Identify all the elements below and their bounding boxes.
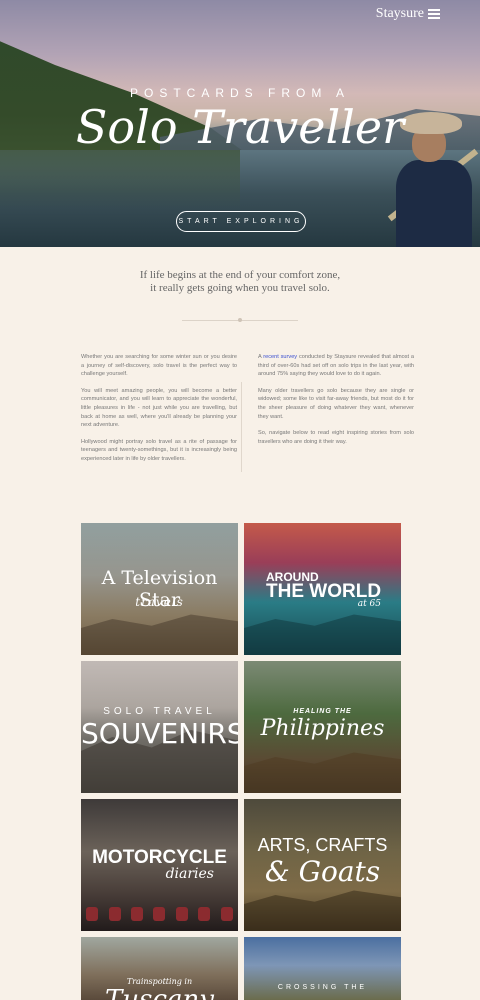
- tile-title: ARTS, CRAFTS: [257, 835, 388, 855]
- tile-subtitle: diaries: [165, 866, 214, 882]
- hero-banner: Staysure POSTCARDS FROM A Solo Traveller…: [0, 0, 480, 247]
- paragraph-prefix: A: [258, 354, 262, 360]
- intro-line-2: it really gets going when you travel sol…: [150, 282, 330, 294]
- tile-kicker: HEALING THE: [293, 708, 352, 715]
- start-exploring-button[interactable]: START EXPLORING: [176, 211, 306, 232]
- motorcycles-row: [81, 907, 238, 925]
- body-paragraph: Many older travellers go solo because th…: [258, 387, 414, 420]
- hamburger-menu-icon[interactable]: [428, 9, 440, 19]
- body-column-right: A recent survey conducted by Staysure re…: [258, 353, 414, 454]
- tile-subtitle: travels: [135, 595, 184, 609]
- story-tile-solo-travel-souvenirs[interactable]: SOLO TRAVEL SOUVENIRS: [81, 661, 238, 793]
- story-tile-crossing-the[interactable]: CROSSING THE: [244, 937, 401, 1000]
- tile-title: Tuscany: [105, 985, 214, 1000]
- body-paragraph: You will meet amazing people, you will b…: [81, 387, 237, 429]
- brand-logo[interactable]: Staysure: [376, 6, 424, 22]
- story-tile-arts-crafts-goats[interactable]: ARTS, CRAFTS & Goats: [244, 799, 401, 931]
- tile-title: SOUVENIRS: [81, 717, 238, 750]
- tile-subtitle: at 65: [357, 599, 381, 609]
- tile-subtitle: & Goats: [264, 855, 381, 888]
- body-paragraph: Whether you are searching for some winte…: [81, 354, 237, 378]
- story-tile-trainspotting-tuscany[interactable]: Trainspotting in Tuscany: [81, 937, 238, 1000]
- divider-dot: [238, 318, 242, 322]
- column-divider: [241, 382, 242, 472]
- tile-kicker: SOLO TRAVEL: [103, 706, 216, 717]
- recent-survey-link[interactable]: recent survey: [263, 354, 297, 360]
- tile-title: Philippines: [260, 716, 385, 741]
- tile-kicker: CROSSING THE: [277, 984, 368, 991]
- story-tile-around-the-world[interactable]: AROUND THE WORLD at 65: [244, 523, 401, 655]
- hero-kicker: POSTCARDS FROM A: [129, 86, 350, 100]
- story-tile-television-star[interactable]: A Television Star travels: [81, 523, 238, 655]
- story-tile-healing-philippines[interactable]: HEALING THE Philippines: [244, 661, 401, 793]
- body-paragraph: Hollywood might portray solo travel as a…: [81, 438, 237, 462]
- body-paragraph: So, navigate below to read eight inspiri…: [258, 430, 414, 445]
- body-column-left: Whether you are searching for some winte…: [81, 353, 237, 472]
- intro-line-1: If life begins at the end of your comfor…: [139, 269, 341, 281]
- hero-title: Solo Traveller: [75, 100, 405, 154]
- body-paragraph: A recent survey conducted by Staysure re…: [258, 353, 414, 379]
- story-tile-motorcycle-diaries[interactable]: MOTORCYCLE diaries: [81, 799, 238, 931]
- intro-quote: If life begins at the end of your comfor…: [0, 269, 480, 295]
